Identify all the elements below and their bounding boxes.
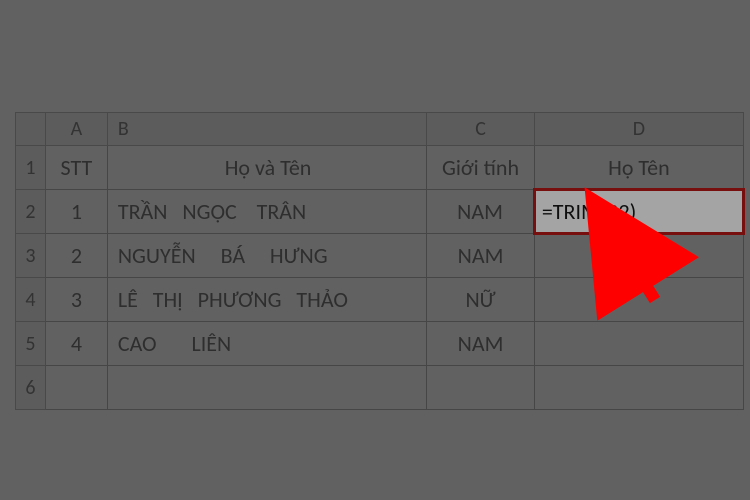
cell-C1[interactable]: Giới tính: [427, 146, 535, 190]
cell-B2[interactable]: TRẦN NGỌC TRÂN: [107, 190, 426, 234]
col-header-A[interactable]: A: [45, 113, 107, 146]
row-header-5[interactable]: 5: [16, 322, 46, 366]
cell-D5[interactable]: [534, 322, 743, 366]
table-row: 4 3 LÊ THỊ PHƯƠNG THẢO NỮ: [16, 278, 744, 322]
table-row: 2 1 TRẦN NGỌC TRÂN NAM =TRIM(B2): [16, 190, 744, 234]
cell-A6[interactable]: [45, 366, 107, 410]
select-all-corner[interactable]: [16, 113, 46, 146]
cell-D3[interactable]: [534, 234, 743, 278]
cell-C6[interactable]: [427, 366, 535, 410]
cell-C2[interactable]: NAM: [427, 190, 535, 234]
cell-C3[interactable]: NAM: [427, 234, 535, 278]
cell-A5[interactable]: 4: [45, 322, 107, 366]
row-header-4[interactable]: 4: [16, 278, 46, 322]
table-row: 3 2 NGUYỄN BÁ HƯNG NAM: [16, 234, 744, 278]
cell-B1[interactable]: Họ và Tên: [107, 146, 426, 190]
cell-D6[interactable]: [534, 366, 743, 410]
table-row: 5 4 CAO LIÊN NAM: [16, 322, 744, 366]
row-header-3[interactable]: 3: [16, 234, 46, 278]
cell-D1[interactable]: Họ Tên: [534, 146, 743, 190]
col-header-D[interactable]: D: [534, 113, 743, 146]
row-header-1[interactable]: 1: [16, 146, 46, 190]
cell-C4[interactable]: NỮ: [427, 278, 535, 322]
column-header-row: A B C D: [16, 113, 744, 146]
cell-A4[interactable]: 3: [45, 278, 107, 322]
cell-D2-active[interactable]: =TRIM(B2): [534, 190, 743, 234]
cell-B5[interactable]: CAO LIÊN: [107, 322, 426, 366]
cell-B3[interactable]: NGUYỄN BÁ HƯNG: [107, 234, 426, 278]
spreadsheet[interactable]: A B C D 1 STT Họ và Tên Giới tính Họ Tên…: [15, 112, 745, 410]
cell-A2[interactable]: 1: [45, 190, 107, 234]
grid: A B C D 1 STT Họ và Tên Giới tính Họ Tên…: [15, 112, 745, 410]
col-header-C[interactable]: C: [427, 113, 535, 146]
table-row: 1 STT Họ và Tên Giới tính Họ Tên: [16, 146, 744, 190]
cell-B6[interactable]: [107, 366, 426, 410]
cell-A1[interactable]: STT: [45, 146, 107, 190]
row-header-2[interactable]: 2: [16, 190, 46, 234]
table-row: 6: [16, 366, 744, 410]
row-header-6[interactable]: 6: [16, 366, 46, 410]
cell-A3[interactable]: 2: [45, 234, 107, 278]
cell-D4[interactable]: [534, 278, 743, 322]
col-header-B[interactable]: B: [107, 113, 426, 146]
cell-B4[interactable]: LÊ THỊ PHƯƠNG THẢO: [107, 278, 426, 322]
cell-C5[interactable]: NAM: [427, 322, 535, 366]
